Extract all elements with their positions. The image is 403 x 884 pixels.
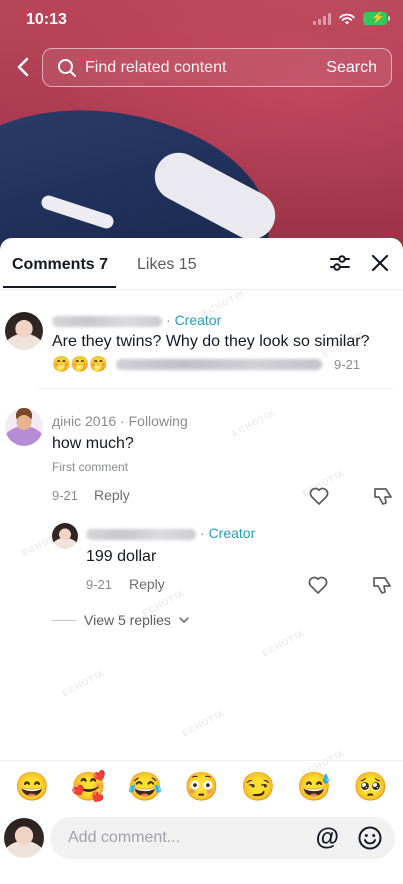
comment-emojis: 🤭🤭🤭	[52, 356, 109, 373]
emoji-button[interactable]: 🥰	[71, 772, 106, 801]
comment-item: · Creator Are they twins? Why do they lo…	[0, 300, 403, 380]
emoji-button[interactable]: 😅	[297, 772, 332, 801]
filter-icon[interactable]	[329, 252, 351, 274]
comment-composer: Add comment... @	[0, 814, 403, 874]
blurred-username	[52, 315, 162, 327]
chevron-left-icon	[17, 57, 29, 77]
reply-button[interactable]: Reply	[94, 487, 130, 503]
status-icons: ⚡	[313, 12, 390, 25]
search-input[interactable]: Find related content Search	[42, 48, 392, 87]
status-time: 10:13	[26, 11, 67, 28]
emoji-button[interactable]: 😄	[15, 772, 50, 801]
comment-input[interactable]: Add comment... @	[50, 817, 395, 859]
tab-bar: Comments 7 Likes 15	[0, 238, 403, 290]
signal-icon	[313, 12, 331, 25]
first-comment-note: First comment	[52, 460, 129, 474]
view-replies-line	[52, 619, 76, 621]
avatar[interactable]	[52, 523, 78, 549]
avatar[interactable]	[5, 408, 43, 446]
emoji-picker-icon[interactable]	[357, 825, 383, 851]
comment-author[interactable]: дініс 2016 · Following	[52, 413, 188, 429]
comment-text: how much?	[52, 435, 134, 452]
author-name: дініс 2016	[52, 413, 117, 429]
tab-underline	[3, 286, 116, 288]
comment-date: 9-21	[52, 488, 79, 503]
emoji-button[interactable]: 🥺	[353, 772, 388, 801]
avatar[interactable]	[5, 312, 43, 350]
dislike-icon[interactable]	[372, 485, 394, 507]
comment-item: дініс 2016 · Following how much? First c…	[0, 398, 403, 518]
heart-icon[interactable]	[308, 485, 330, 507]
chevron-down-icon	[179, 617, 189, 623]
status-bar: 10:13 ⚡	[0, 0, 403, 40]
emoji-quick-bar: 😄 🥰 😂 😳 😏 😅 🥺	[0, 760, 403, 812]
user-avatar[interactable]	[4, 818, 44, 858]
creator-badge: Creator	[208, 525, 256, 541]
search-icon	[57, 58, 77, 78]
search-button[interactable]: Search	[326, 59, 377, 77]
view-replies-button[interactable]: View 5 replies	[52, 612, 189, 628]
blurred-username	[86, 528, 196, 540]
close-icon[interactable]	[369, 252, 391, 274]
emoji-button[interactable]: 😂	[128, 772, 163, 801]
reply-text: 199 dollar	[86, 548, 157, 565]
back-button[interactable]	[8, 52, 38, 82]
search-placeholder: Find related content	[85, 58, 227, 76]
divider	[38, 388, 393, 389]
emoji-button[interactable]: 😏	[240, 772, 275, 801]
reply-item: · Creator 199 dollar 9-21 Reply	[0, 518, 403, 598]
author-relation: Following	[128, 413, 188, 429]
view-replies-label: View 5 replies	[84, 612, 171, 628]
comment-text: Are they twins? Why do they look so simi…	[52, 333, 370, 350]
tab-comments[interactable]: Comments 7	[12, 256, 108, 274]
comment-author[interactable]: · Creator	[52, 312, 221, 328]
mention-icon[interactable]: @	[316, 824, 339, 852]
comment-placeholder: Add comment...	[68, 829, 181, 846]
reply-button[interactable]: Reply	[129, 576, 165, 592]
heart-icon[interactable]	[307, 574, 329, 596]
wifi-icon	[339, 13, 355, 24]
tab-likes[interactable]: Likes 15	[137, 256, 197, 274]
comment-date: 9-21	[334, 356, 361, 372]
creator-badge: Creator	[174, 312, 222, 328]
reply-date: 9-21	[86, 577, 113, 592]
blurred-hashtags	[116, 358, 323, 370]
battery-icon: ⚡	[363, 12, 390, 25]
dislike-icon[interactable]	[371, 574, 393, 596]
comment-emoji-line: 🤭🤭🤭 9-21	[52, 355, 360, 373]
reply-author[interactable]: · Creator	[86, 525, 255, 541]
emoji-button[interactable]: 😳	[184, 772, 219, 801]
